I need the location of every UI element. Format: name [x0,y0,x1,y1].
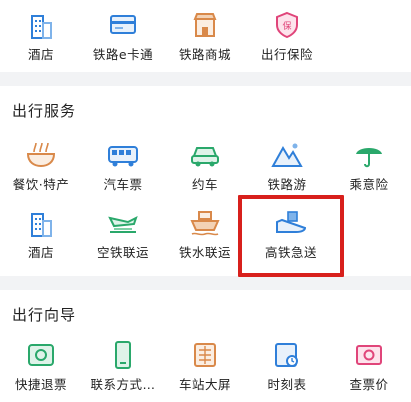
travel-insurance-button[interactable]: 保 出行保险 [246,10,328,66]
contact-phone-icon [115,341,131,369]
travel-services-card: 出行服务 餐饮·特产 汽车票 约车 铁路游 乘意险 酒店 空铁联运 铁水联运 高… [0,86,411,276]
travel-guide-title: 出行向导 [12,306,77,324]
car-button[interactable]: 约车 [164,140,246,196]
timetable-icon [275,343,298,367]
hotel-service-button[interactable]: 酒店 [0,208,82,264]
bus-ticket-label: 汽车票 [103,177,143,192]
food-icon [26,142,56,168]
railway-card-label: 铁路e卡通 [92,47,154,62]
contact-label: 联系方式… [90,377,156,392]
top-services-card: 酒店 铁路e卡通 铁路商城 保 出行保险 [0,0,411,72]
bus-ticket-icon [108,146,138,167]
hotel-icon [31,213,52,237]
railway-card-button[interactable]: 铁路e卡通 [82,10,164,66]
timetable-label: 时刻表 [267,377,307,392]
quick-refund-icon [28,344,54,366]
svg-text:保: 保 [282,20,291,32]
travel-guide-card: 出行向导 快捷退票 联系方式… 车站大屏 时刻表 查票价 [0,290,411,402]
railway-mall-button[interactable]: 铁路商城 [164,10,246,66]
railway-card-icon [110,15,136,34]
railway-tour-button[interactable]: 铁路游 [246,140,328,196]
car-icon [191,147,219,167]
travel-insurance-label: 出行保险 [260,47,313,62]
umbrella-insurance-button[interactable]: 乘意险 [328,140,410,196]
umbrella-icon [356,148,382,168]
air-rail-icon [108,216,138,233]
fare-icon [356,345,382,365]
travel-services-title: 出行服务 [12,102,77,120]
hotel-top-label: 酒店 [27,47,54,62]
car-label: 约车 [191,177,218,192]
food-button[interactable]: 餐饮·特产 [0,140,82,196]
railway-tour-label: 铁路游 [267,177,307,192]
rail-water-icon [190,211,220,236]
timetable-button[interactable]: 时刻表 [246,340,328,396]
hotel-service-label: 酒店 [27,245,54,260]
highlight-box [238,195,344,277]
rail-water-button[interactable]: 铁水联运 [164,208,246,264]
station-screen-button[interactable]: 车站大屏 [164,340,246,396]
railway-tour-icon [271,143,303,167]
fare-button[interactable]: 查票价 [328,340,410,396]
station-screen-icon [194,343,216,367]
railway-mall-label: 铁路商城 [178,47,231,62]
air-rail-button[interactable]: 空铁联运 [82,208,164,264]
air-rail-label: 空铁联运 [96,245,149,260]
railway-mall-icon [193,13,217,37]
quick-refund-button[interactable]: 快捷退票 [0,340,82,396]
travel-insurance-icon: 保 [276,11,298,39]
contact-button[interactable]: 联系方式… [82,340,164,396]
hotel-top-button[interactable]: 酒店 [0,10,82,66]
station-screen-label: 车站大屏 [178,377,231,392]
food-label: 餐饮·特产 [12,177,70,192]
hotel-icon [31,15,52,39]
bus-ticket-button[interactable]: 汽车票 [82,140,164,196]
quick-refund-label: 快捷退票 [14,377,67,392]
fare-label: 查票价 [349,377,389,392]
umbrella-insurance-label: 乘意险 [349,177,389,192]
